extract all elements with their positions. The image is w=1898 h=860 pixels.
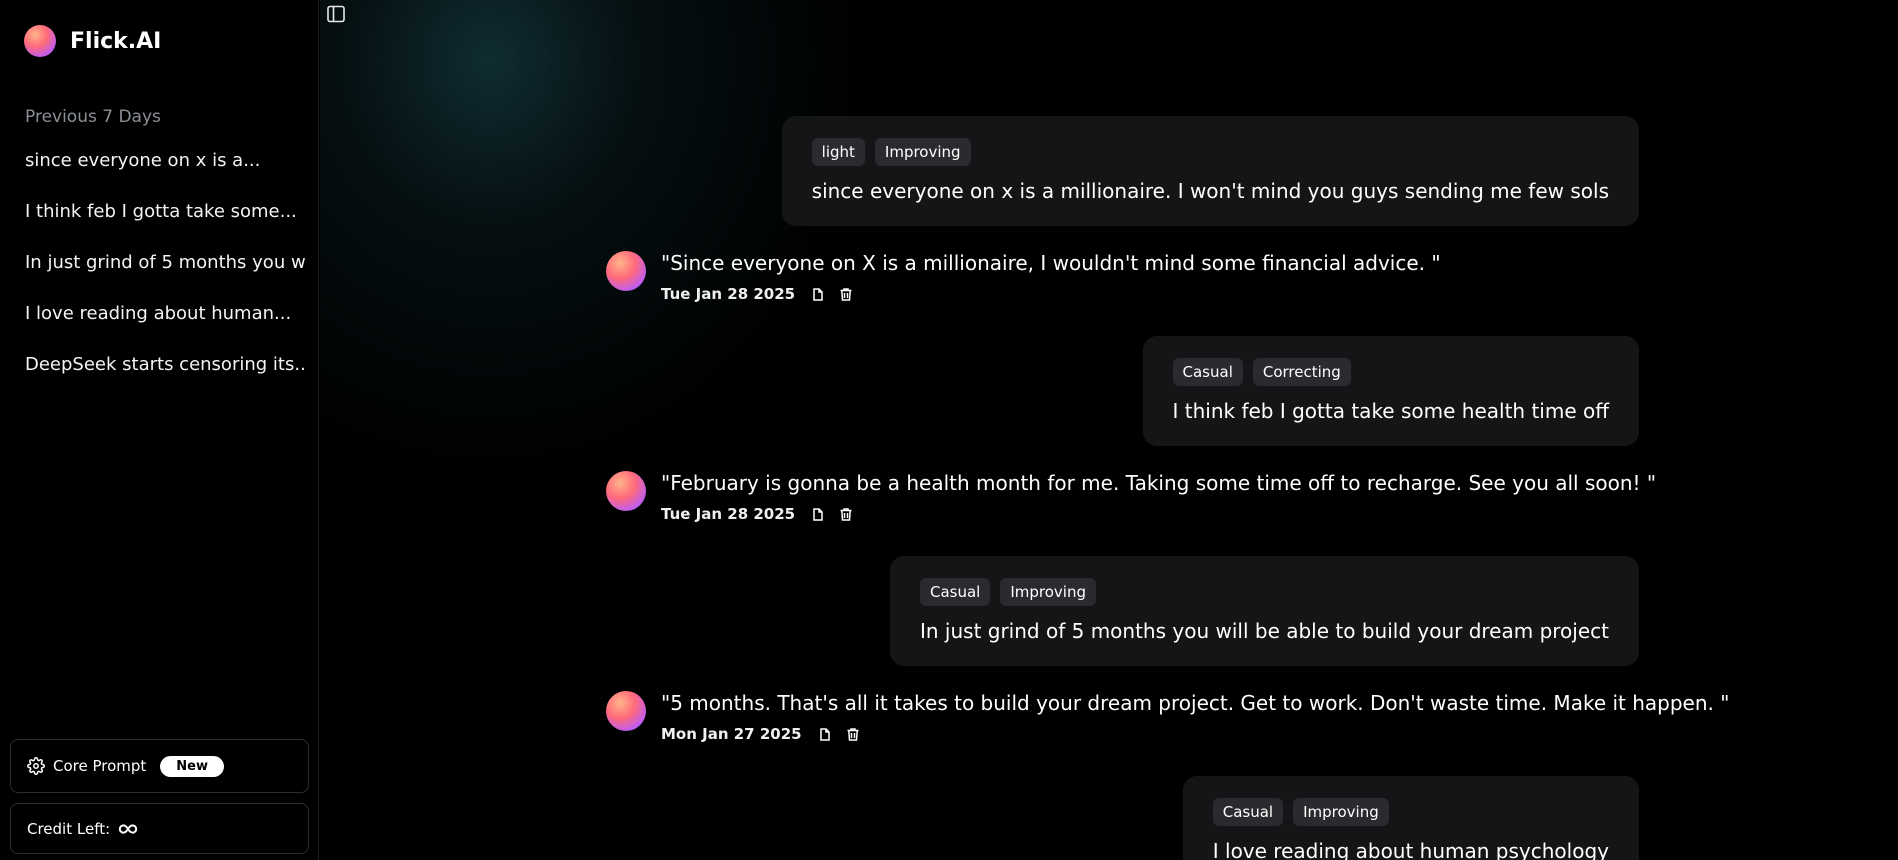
history-item[interactable]: DeepSeek starts censoring its... — [25, 352, 305, 403]
history-section-title: Previous 7 Days — [25, 107, 161, 127]
history-list: since everyone on x is a... I think feb … — [25, 148, 305, 403]
ai-message: "February is gonna be a health month for… — [606, 471, 1656, 523]
trash-icon[interactable] — [839, 507, 853, 522]
app-name: Flick.AI — [70, 28, 162, 54]
brand[interactable]: Flick.AI — [24, 25, 161, 57]
tone-tag: light — [811, 138, 865, 166]
avatar — [606, 471, 646, 511]
app-window: Flick.AI Previous 7 Days since everyone … — [0, 0, 1898, 860]
chat-area: light Improving since everyone on x is a… — [320, 0, 1898, 860]
credit-panel: Credit Left: — [10, 803, 309, 854]
message-date: Tue Jan 28 2025 — [661, 285, 796, 303]
user-message-text: I love reading about human psychology — [1212, 839, 1609, 860]
copy-icon[interactable] — [818, 727, 832, 742]
mode-tag: Correcting — [1252, 358, 1351, 386]
avatar — [606, 251, 646, 291]
mode-tag: Improving — [1293, 798, 1389, 826]
ai-message-text: "Since everyone on X is a millionaire, I… — [661, 251, 1441, 275]
message-tags: Casual Improving — [1212, 798, 1609, 826]
user-message: Casual Improving In just grind of 5 mont… — [889, 556, 1639, 666]
copy-icon[interactable] — [811, 287, 825, 302]
message-meta: Mon Jan 27 2025 — [661, 725, 1729, 743]
ai-message-text: "February is gonna be a health month for… — [661, 471, 1657, 495]
tone-tag: Casual — [1172, 358, 1243, 386]
infinity-icon — [118, 823, 138, 835]
ai-message: "Since everyone on X is a millionaire, I… — [606, 251, 1441, 303]
user-message-text: I think feb I gotta take some health tim… — [1172, 399, 1609, 423]
mode-tag: Improving — [1000, 578, 1096, 606]
user-message-text: since everyone on x is a millionaire. I … — [811, 179, 1609, 203]
user-message: Casual Correcting I think feb I gotta ta… — [1142, 336, 1639, 446]
message-meta: Tue Jan 28 2025 — [661, 505, 1656, 523]
history-item[interactable]: I think feb I gotta take some... — [25, 199, 305, 250]
sidebar-toggle-icon[interactable] — [326, 4, 346, 28]
core-prompt-button[interactable]: Core Prompt New — [10, 739, 309, 793]
trash-icon[interactable] — [846, 727, 860, 742]
user-message: light Improving since everyone on x is a… — [781, 116, 1639, 226]
new-badge: New — [160, 755, 225, 777]
gear-icon — [27, 757, 45, 775]
tone-tag: Casual — [1212, 798, 1284, 826]
user-message-text: In just grind of 5 months you will be ab… — [919, 619, 1609, 643]
message-date: Mon Jan 27 2025 — [661, 725, 802, 743]
credit-label: Credit Left: — [27, 819, 111, 838]
message-date: Tue Jan 28 2025 — [661, 505, 796, 523]
history-item[interactable]: since everyone on x is a... — [25, 148, 305, 199]
avatar — [606, 691, 646, 731]
trash-icon[interactable] — [839, 287, 853, 302]
message-tags: Casual Correcting — [1172, 358, 1609, 386]
ai-message-text: "5 months. That's all it takes to build … — [661, 691, 1730, 715]
sidebar: Flick.AI Previous 7 Days since everyone … — [0, 0, 319, 860]
message-meta: Tue Jan 28 2025 — [661, 285, 1441, 303]
user-message: Casual Improving I love reading about hu… — [1182, 776, 1639, 860]
core-prompt-label: Core Prompt — [53, 757, 147, 775]
ai-message: "5 months. That's all it takes to build … — [606, 691, 1729, 743]
history-item[interactable]: In just grind of 5 months you w... — [25, 250, 305, 301]
history-item[interactable]: I love reading about human... — [25, 301, 305, 352]
message-tags: Casual Improving — [919, 578, 1609, 606]
mode-tag: Improving — [874, 138, 971, 166]
copy-icon[interactable] — [811, 507, 825, 522]
message-tags: light Improving — [811, 138, 1609, 166]
logo-orb — [24, 25, 56, 57]
tone-tag: Casual — [919, 578, 991, 606]
